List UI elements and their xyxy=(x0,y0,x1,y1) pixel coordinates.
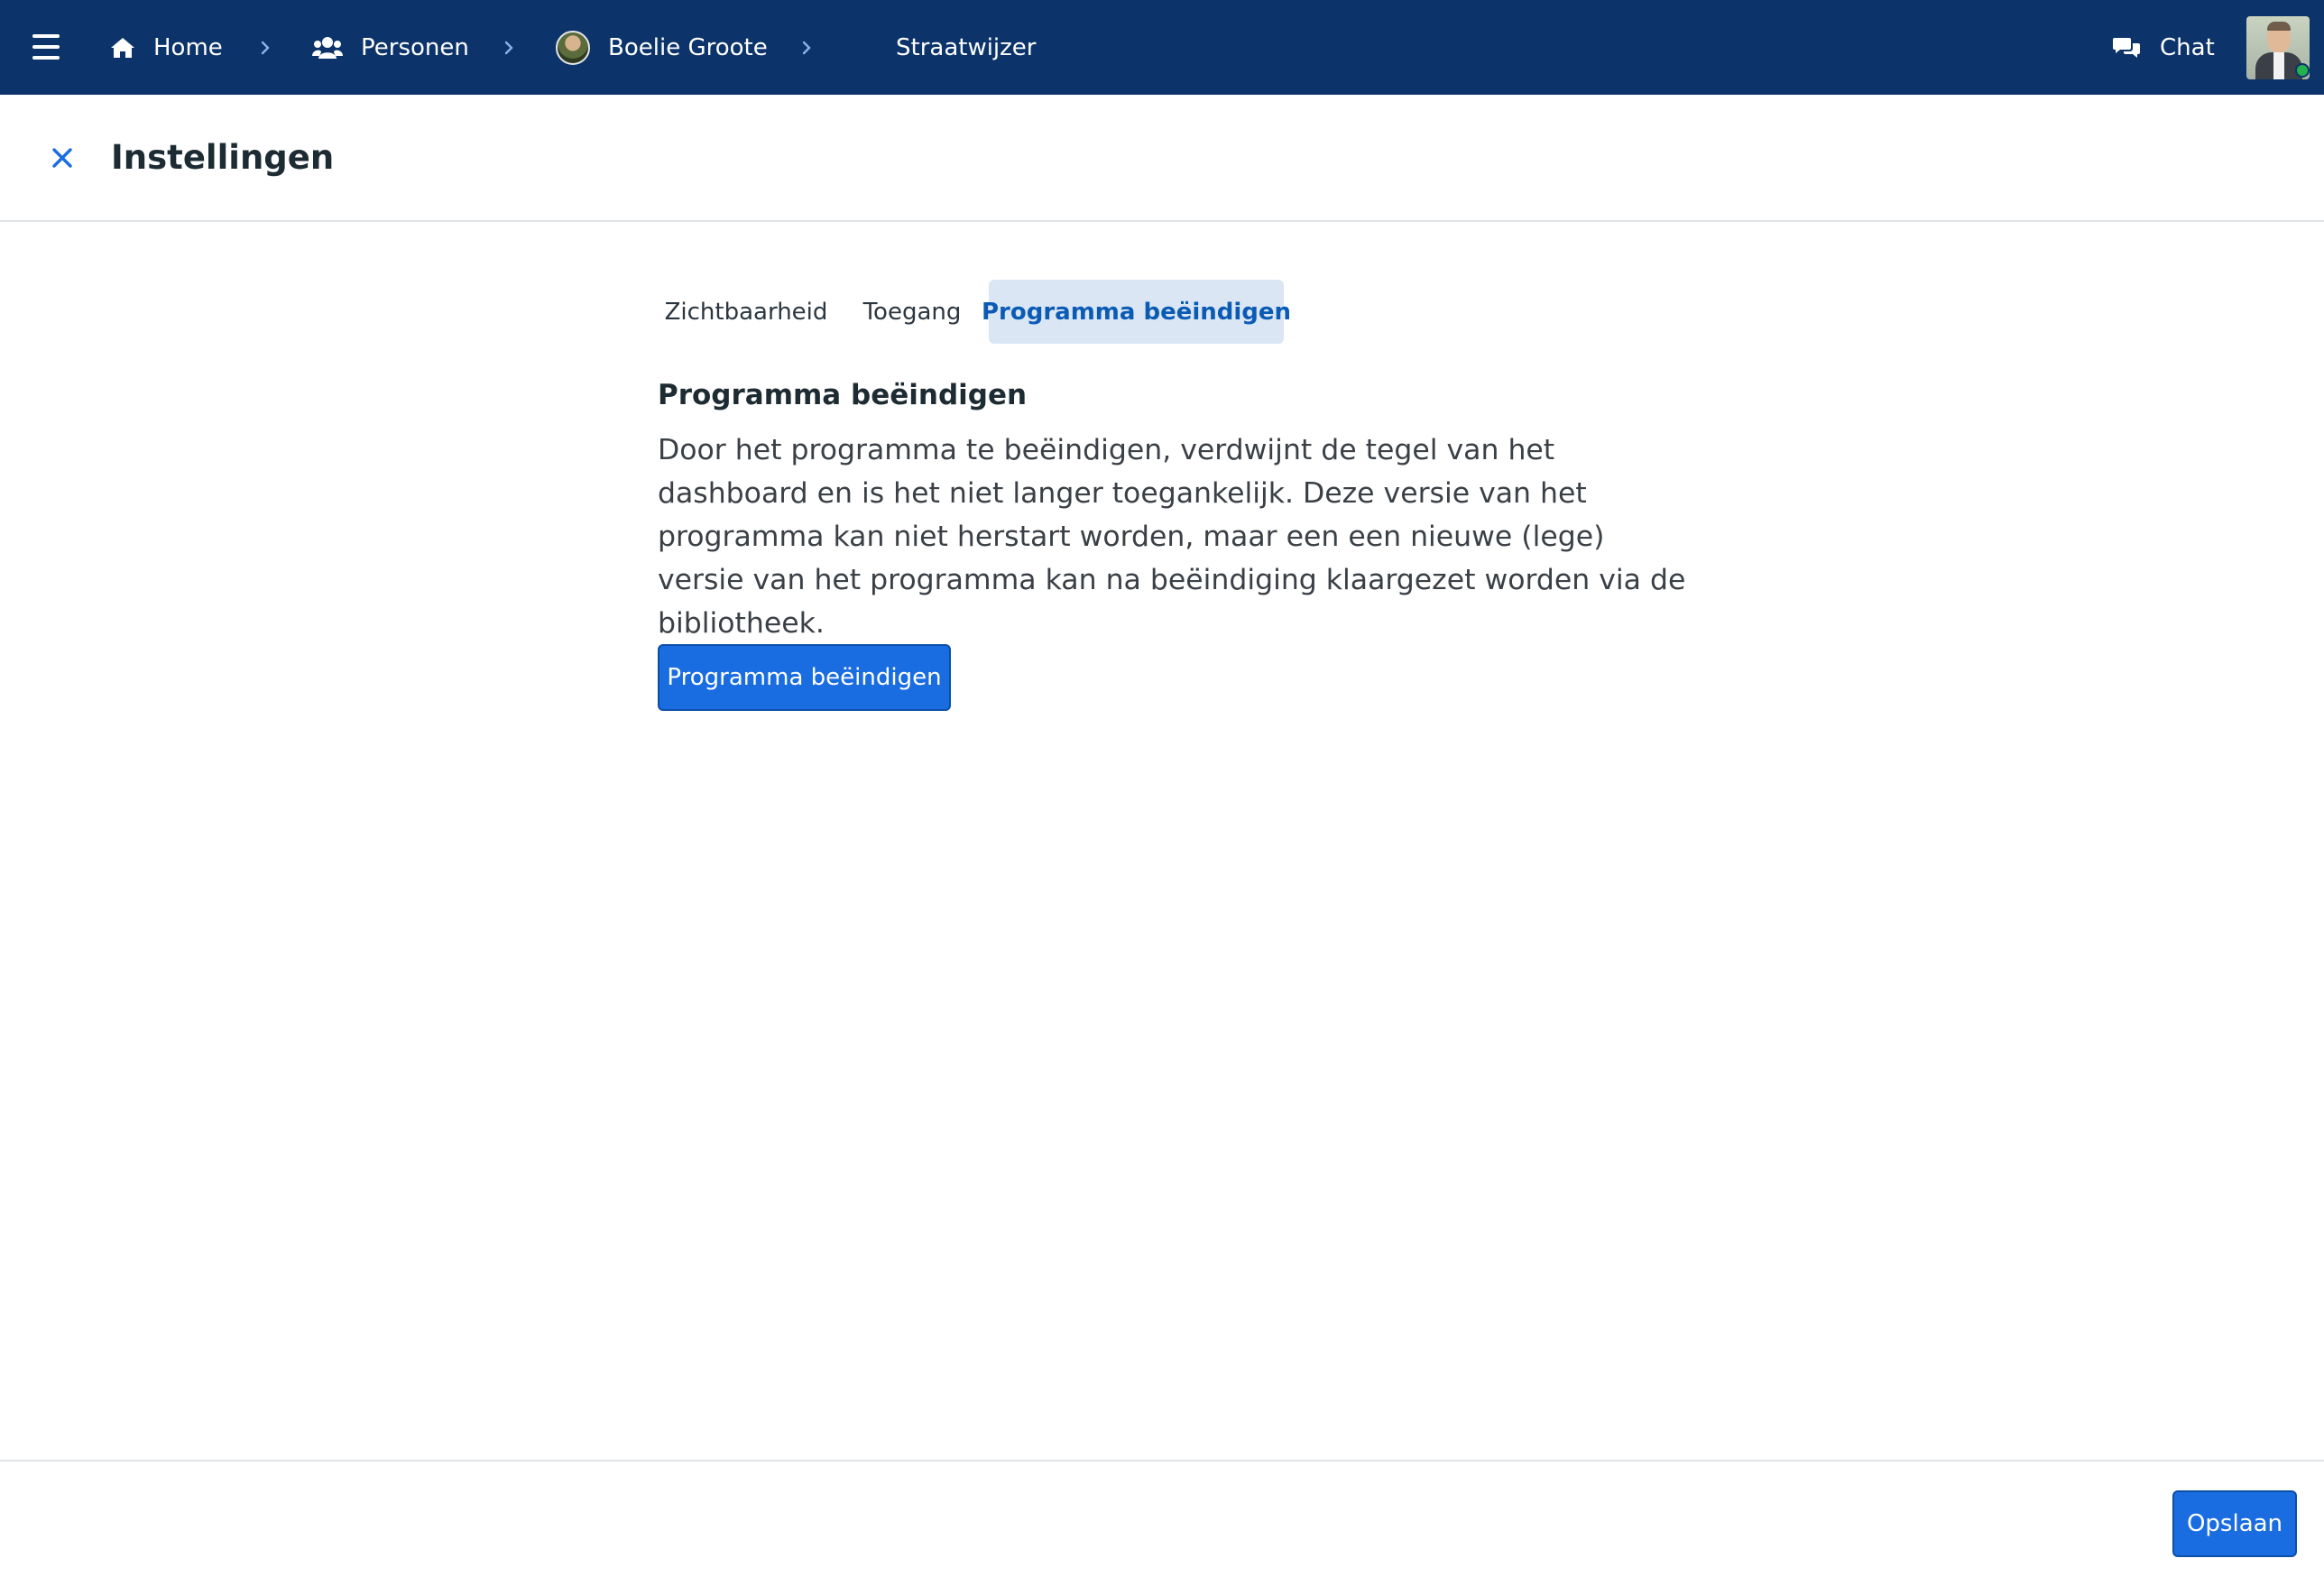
chat-label: Chat xyxy=(2160,33,2215,61)
home-icon xyxy=(110,37,135,59)
breadcrumb-label: Home xyxy=(153,33,223,61)
header-divider xyxy=(0,220,2324,222)
breadcrumb-home[interactable]: Home xyxy=(110,0,223,95)
users-icon xyxy=(312,36,343,60)
top-navigation-bar: Home Personen Boelie Groote Straatwijzer xyxy=(0,0,2324,95)
chat-button[interactable]: Chat xyxy=(2113,0,2215,95)
breadcrumb-current: Straatwijzer xyxy=(896,0,1037,95)
breadcrumb-label: Boelie Groote xyxy=(608,33,768,61)
footer-divider xyxy=(0,1460,2324,1462)
breadcrumb-personen[interactable]: Personen xyxy=(312,0,469,95)
breadcrumb-person[interactable]: Boelie Groote xyxy=(556,0,768,95)
chevron-right-icon xyxy=(802,0,811,95)
breadcrumb-label: Straatwijzer xyxy=(896,33,1037,61)
tab-programma-beeindigen[interactable]: Programma beëindigen xyxy=(982,280,1291,344)
section-title: Programma beëindigen xyxy=(658,379,1028,411)
end-program-button[interactable]: Programma beëindigen xyxy=(658,644,951,711)
chevron-right-icon xyxy=(504,0,513,95)
hamburger-icon[interactable] xyxy=(32,34,60,60)
chevron-right-icon xyxy=(261,0,270,95)
page-title: Instellingen xyxy=(111,138,335,177)
section-description: Door het programma te beëindigen, verdwi… xyxy=(658,434,1686,640)
breadcrumb-label: Personen xyxy=(361,33,469,61)
tab-toegang[interactable]: Toegang xyxy=(853,280,971,344)
status-online-indicator xyxy=(2295,63,2310,78)
close-icon[interactable] xyxy=(49,144,76,171)
tab-zichtbaarheid[interactable]: Zichtbaarheid xyxy=(658,280,835,344)
comments-icon xyxy=(2113,36,2140,60)
avatar xyxy=(556,30,590,65)
save-button[interactable]: Opslaan xyxy=(2172,1490,2297,1557)
